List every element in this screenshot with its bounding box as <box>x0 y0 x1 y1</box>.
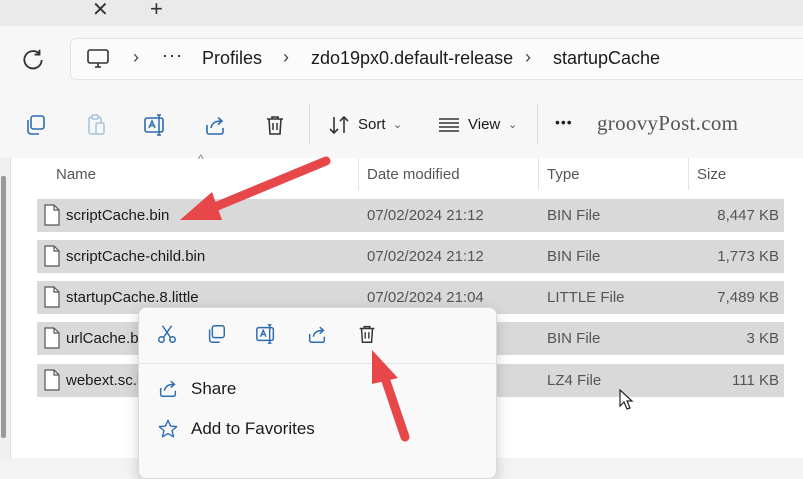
file-icon <box>44 327 60 349</box>
file-size: 111 KB <box>732 372 779 389</box>
toolbar-separator <box>309 104 310 144</box>
context-menu-divider <box>138 363 495 364</box>
sort-chevron-down-icon[interactable]: ⌄ <box>393 118 402 131</box>
file-icon <box>44 369 60 391</box>
column-header-type[interactable]: Type <box>547 166 580 183</box>
file-row[interactable]: scriptCache.bin 07/02/2024 21:12 BIN Fil… <box>37 199 784 232</box>
context-menu-add-to-favorites[interactable]: Add to Favorites <box>191 419 315 439</box>
share-icon <box>159 380 177 397</box>
breadcrumb-separator-icon: › <box>283 47 289 67</box>
tab-close-icon[interactable]: ✕ <box>92 0 109 22</box>
file-name: webext.sc.l <box>66 372 141 389</box>
copy-icon[interactable] <box>205 323 227 345</box>
file-row[interactable]: scriptCache-child.bin 07/02/2024 21:12 B… <box>37 240 784 273</box>
sort-icon[interactable] <box>327 113 351 137</box>
file-size: 1,773 KB <box>717 248 779 265</box>
mouse-cursor-icon <box>619 389 634 410</box>
cut-icon[interactable] <box>156 323 178 345</box>
file-type: LITTLE File <box>547 289 625 306</box>
column-header-size[interactable]: Size <box>697 166 726 183</box>
sort-ascending-icon: ^ <box>198 152 204 166</box>
sort-button[interactable]: Sort <box>358 116 386 133</box>
file-icon <box>44 245 60 267</box>
rename-icon[interactable] <box>255 323 277 345</box>
column-header-date[interactable]: Date modified <box>367 166 460 183</box>
column-divider[interactable] <box>358 158 359 190</box>
file-name: urlCache.b <box>66 330 139 347</box>
scrollbar-thumb[interactable] <box>1 176 6 438</box>
context-menu-share[interactable]: Share <box>191 379 236 399</box>
file-date: 07/02/2024 21:12 <box>367 248 484 265</box>
file-name: scriptCache.bin <box>66 207 170 224</box>
refresh-icon[interactable] <box>20 47 46 73</box>
file-date: 07/02/2024 21:04 <box>367 289 484 306</box>
delete-icon[interactable] <box>356 323 378 345</box>
rename-icon[interactable] <box>143 113 167 137</box>
new-tab-button[interactable]: + <box>150 0 163 22</box>
file-date: 07/02/2024 21:12 <box>367 207 484 224</box>
breadcrumb-separator-icon: › <box>133 47 139 67</box>
breadcrumb-startupcache[interactable]: startupCache <box>553 48 660 69</box>
delete-icon[interactable] <box>263 113 287 137</box>
file-type: BIN File <box>547 248 601 265</box>
breadcrumb-overflow-button[interactable]: ··· <box>162 45 183 66</box>
file-size: 3 KB <box>746 330 779 347</box>
column-divider[interactable] <box>688 158 689 190</box>
file-size: 7,489 KB <box>717 289 779 306</box>
tab-strip <box>0 0 803 26</box>
file-name: startupCache.8.little <box>66 289 199 306</box>
share-icon[interactable] <box>203 113 227 137</box>
breadcrumb-profiles[interactable]: Profiles <box>202 48 262 69</box>
breadcrumb-profile-folder[interactable]: zdo19px0.default-release <box>311 48 513 69</box>
column-header-name[interactable]: Name <box>56 166 96 183</box>
file-icon <box>44 204 60 226</box>
copy-icon[interactable] <box>23 113 47 137</box>
column-divider[interactable] <box>538 158 539 190</box>
share-icon[interactable] <box>306 323 328 345</box>
file-type: LZ4 File <box>547 372 602 389</box>
this-pc-icon[interactable] <box>86 48 110 70</box>
view-chevron-down-icon[interactable]: ⌄ <box>508 118 517 131</box>
file-icon <box>44 286 60 308</box>
file-size: 8,447 KB <box>717 207 779 224</box>
watermark-logo: groovyPost.com <box>597 111 739 135</box>
view-button[interactable]: View <box>468 116 500 133</box>
file-type: BIN File <box>547 207 601 224</box>
toolbar-separator <box>537 104 538 144</box>
breadcrumb-separator-icon: › <box>525 47 531 67</box>
file-name: scriptCache-child.bin <box>66 248 206 265</box>
paste-icon[interactable] <box>84 113 108 137</box>
file-type: BIN File <box>547 330 601 347</box>
more-options-button[interactable]: ••• <box>555 114 573 130</box>
view-icon[interactable] <box>437 113 461 137</box>
star-icon <box>158 419 178 438</box>
